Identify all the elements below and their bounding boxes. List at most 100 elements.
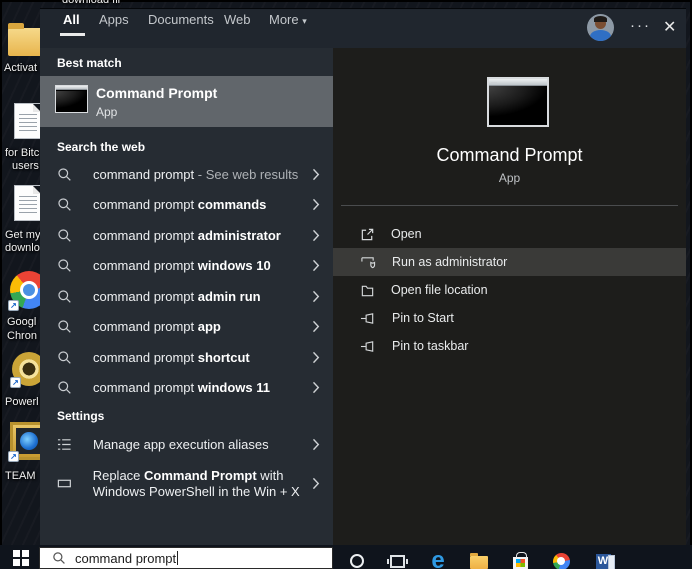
suggestion-bold: admin run bbox=[197, 288, 261, 304]
suggestion-muted: - See web results bbox=[194, 166, 299, 182]
section-header-search-the-web: Search the web bbox=[57, 140, 146, 154]
web-suggestions-list: command prompt - See web results command… bbox=[40, 159, 333, 403]
start-button[interactable] bbox=[13, 550, 29, 566]
preview-subtitle: App bbox=[498, 171, 521, 185]
best-match-subtitle: App bbox=[96, 105, 118, 119]
tab-more[interactable]: More ▾ bbox=[269, 12, 307, 27]
suggestion-bold: windows 10 bbox=[197, 258, 271, 274]
chevron-right-icon bbox=[312, 351, 320, 363]
best-match-item-command-prompt[interactable]: Command Prompt App bbox=[40, 76, 333, 127]
taskbar-store-button[interactable] bbox=[509, 550, 531, 569]
desktop-icon-download-doc[interactable] bbox=[14, 185, 42, 221]
pin-icon bbox=[360, 340, 374, 352]
action-pin-to-start[interactable]: Pin to Start bbox=[333, 304, 686, 332]
chevron-right-icon bbox=[312, 260, 320, 272]
search-ring-icon bbox=[350, 554, 364, 568]
action-open[interactable]: Open bbox=[333, 220, 686, 248]
tab-more-label: More bbox=[269, 12, 299, 27]
action-label: Open bbox=[391, 227, 422, 241]
web-suggestion-row[interactable]: command prompt commands bbox=[40, 190, 333, 221]
action-pin-to-taskbar[interactable]: Pin to taskbar bbox=[333, 332, 686, 360]
window-icon bbox=[57, 479, 71, 488]
taskbar-search-box[interactable]: command prompt bbox=[39, 547, 333, 569]
action-run-as-administrator[interactable]: Run as administrator bbox=[333, 248, 686, 276]
settings-row-replace-cmd[interactable]: Replace Command Prompt with Windows Powe… bbox=[40, 460, 333, 508]
folder-icon bbox=[8, 23, 42, 56]
web-suggestion-row[interactable]: command prompt - See web results bbox=[40, 159, 333, 190]
suggestion-bold: shortcut bbox=[197, 349, 250, 365]
suggestion-text: command prompt bbox=[93, 349, 198, 365]
chevron-right-icon bbox=[313, 477, 320, 490]
preview-title: Command Prompt bbox=[436, 145, 583, 165]
desktop-icon-bitcoin-doc[interactable] bbox=[14, 103, 42, 139]
search-icon bbox=[58, 259, 71, 272]
settings-row-manage-aliases[interactable]: Manage app execution aliases bbox=[40, 429, 333, 460]
chevron-right-icon bbox=[312, 321, 320, 333]
search-icon bbox=[58, 290, 71, 303]
desktop-icon-activation-folder[interactable] bbox=[8, 23, 42, 56]
command-prompt-large-icon bbox=[487, 77, 549, 127]
user-avatar[interactable] bbox=[587, 14, 614, 41]
web-suggestion-row[interactable]: command prompt administrator bbox=[40, 220, 333, 251]
taskbar-edge-button[interactable]: e bbox=[427, 549, 449, 569]
desktop-icon-label: TEAM bbox=[5, 470, 36, 482]
web-suggestion-row[interactable]: command prompt windows 11 bbox=[40, 373, 333, 404]
pin-icon bbox=[360, 312, 374, 324]
taskbar-word-button[interactable]: W bbox=[592, 550, 615, 569]
chevron-right-icon bbox=[312, 290, 320, 302]
action-label: Open file location bbox=[391, 283, 488, 297]
taskbar-file-explorer-button[interactable] bbox=[468, 550, 490, 569]
shortcut-arrow-icon: ↗ bbox=[8, 451, 19, 462]
taskbar-task-view-button[interactable] bbox=[386, 550, 408, 569]
action-label: Pin to Start bbox=[392, 311, 454, 325]
section-header-best-match: Best match bbox=[57, 56, 122, 70]
document-icon bbox=[14, 103, 42, 139]
close-icon[interactable]: ✕ bbox=[663, 17, 676, 37]
folder-location-icon bbox=[361, 285, 374, 296]
desktop-icon-label: Googl bbox=[7, 316, 37, 328]
shield-icon bbox=[361, 256, 376, 268]
chrome-icon bbox=[552, 552, 570, 569]
tab-web[interactable]: Web bbox=[224, 12, 251, 27]
tab-documents[interactable]: Documents bbox=[148, 12, 214, 27]
preview-actions: Open Run as administrator Open file loca… bbox=[333, 220, 686, 360]
suggestion-bold: commands bbox=[197, 197, 267, 213]
settings-bold: Command Prompt bbox=[144, 467, 257, 483]
suggestion-bold: administrator bbox=[197, 227, 281, 243]
open-icon bbox=[361, 228, 374, 240]
more-options-icon[interactable]: ··· bbox=[630, 17, 651, 34]
word-icon: W bbox=[595, 553, 615, 569]
web-suggestion-row[interactable]: command prompt windows 10 bbox=[40, 251, 333, 282]
shortcut-arrow-icon: ↗ bbox=[8, 300, 19, 311]
suggestion-text: command prompt bbox=[93, 319, 198, 335]
desktop-icon-label: Activat bbox=[4, 62, 38, 74]
preview-divider bbox=[341, 205, 678, 206]
section-header-settings: Settings bbox=[57, 409, 105, 423]
microsoft-store-icon bbox=[512, 551, 528, 569]
desktop-icon-label: Get my bbox=[5, 229, 41, 241]
command-prompt-icon bbox=[55, 85, 88, 113]
avatar-hair bbox=[594, 16, 607, 22]
tab-apps[interactable]: Apps bbox=[99, 12, 129, 27]
web-suggestion-row[interactable]: command prompt app bbox=[40, 312, 333, 343]
web-suggestion-row[interactable]: command prompt shortcut bbox=[40, 342, 333, 373]
suggestion-bold: windows 11 bbox=[197, 380, 271, 396]
settings-text: Manage app execution aliases bbox=[93, 436, 269, 452]
desktop-icon-label: Chron bbox=[7, 330, 37, 342]
suggestion-text: command prompt bbox=[93, 258, 198, 274]
chevron-right-icon bbox=[312, 438, 320, 450]
action-open-file-location[interactable]: Open file location bbox=[333, 276, 686, 304]
web-suggestion-row[interactable]: command prompt admin run bbox=[40, 281, 333, 312]
tab-all[interactable]: All bbox=[63, 12, 80, 27]
task-view-icon bbox=[386, 554, 408, 568]
text-caret bbox=[177, 551, 179, 565]
taskbar-chrome-button[interactable] bbox=[550, 550, 572, 569]
windows-desktop: download fil Activat for Bitc users Get … bbox=[0, 0, 692, 569]
chevron-right-icon bbox=[312, 168, 320, 180]
suggestion-text: command prompt bbox=[93, 197, 198, 213]
desktop-icon-label: for Bitc bbox=[5, 147, 40, 159]
taskbar-search-button[interactable] bbox=[346, 550, 368, 569]
suggestion-bold: app bbox=[197, 319, 221, 335]
action-label: Run as administrator bbox=[392, 255, 508, 269]
search-icon bbox=[58, 351, 71, 364]
